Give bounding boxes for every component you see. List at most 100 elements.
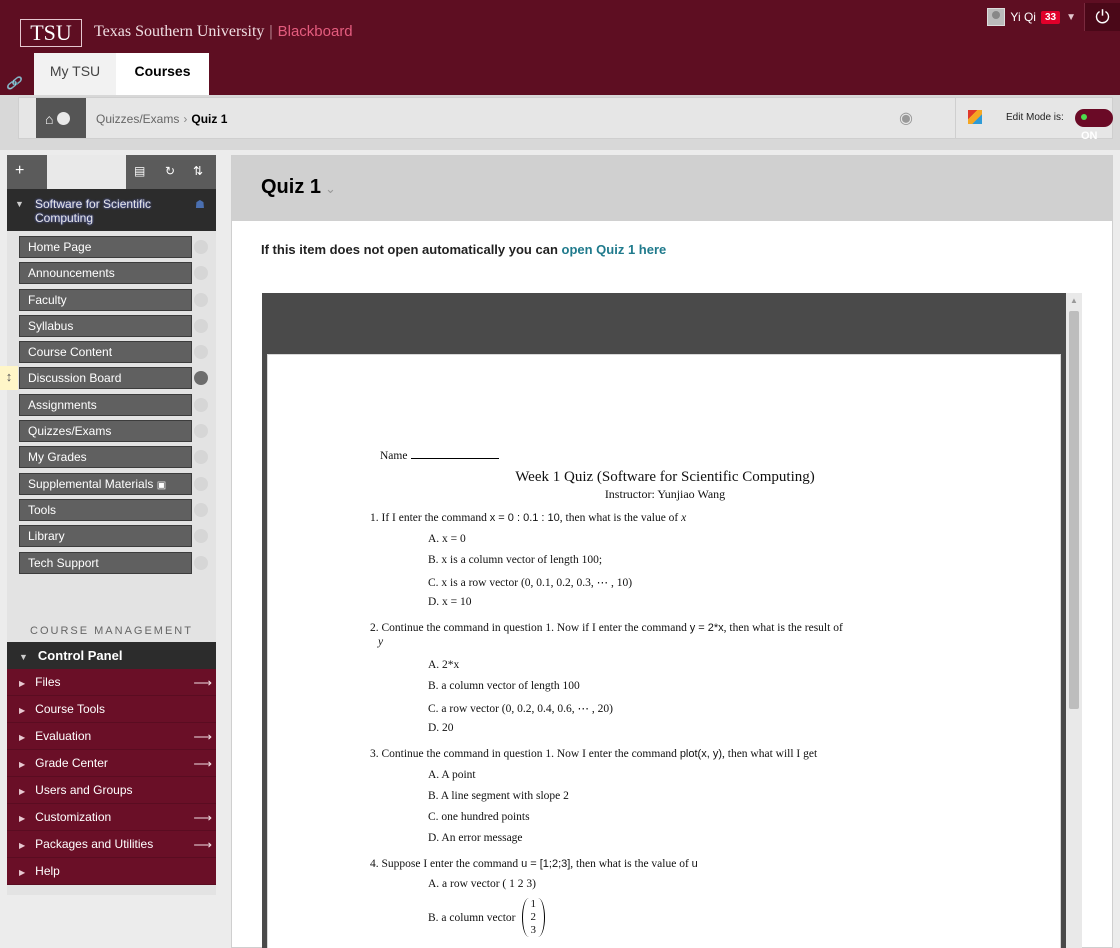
cp-item-label[interactable]: Files	[35, 675, 60, 689]
reorder-icon[interactable]: ⇅	[193, 164, 203, 178]
menu-item-label[interactable]: Course Content	[19, 341, 192, 364]
arrow-right-icon[interactable]: ⟶	[193, 831, 212, 858]
expand-triangle-icon[interactable]: ▶	[19, 841, 25, 850]
expand-triangle-icon[interactable]: ▶	[19, 760, 25, 769]
chevron-down-icon[interactable]	[194, 397, 208, 412]
cp-item-users-and-groups[interactable]: ▶ Users and Groups	[7, 777, 216, 804]
menu-item-label[interactable]: Tools	[19, 498, 192, 521]
menu-item-label[interactable]: My Grades	[19, 446, 192, 469]
chevron-down-icon[interactable]	[194, 450, 208, 465]
menu-item-label[interactable]: Library	[19, 525, 192, 548]
cp-item-label[interactable]: Course Tools	[35, 702, 105, 716]
drag-handle-icon[interactable]: ↕	[0, 366, 18, 391]
chevron-down-icon[interactable]	[194, 240, 208, 254]
expand-triangle-icon[interactable]: ▶	[19, 733, 25, 742]
chevron-down-icon[interactable]	[194, 371, 208, 386]
control-panel-title[interactable]: Control Panel	[38, 648, 123, 663]
expand-triangle-icon[interactable]: ▶	[19, 679, 25, 688]
chevron-down-icon[interactable]: ⌄	[325, 181, 336, 196]
cp-item-label[interactable]: Customization	[35, 810, 111, 824]
cp-item-grade-center[interactable]: ▶ Grade Center ⟶	[7, 750, 216, 777]
cp-item-help[interactable]: ▶ Help	[7, 858, 216, 885]
tsu-logo[interactable]: TSU	[20, 19, 82, 47]
chevron-down-icon[interactable]	[194, 529, 208, 544]
expand-triangle-icon[interactable]: ▶	[19, 787, 25, 796]
add-menu-item-button[interactable]: +	[15, 162, 24, 180]
menu-item-label[interactable]: Quizzes/Exams	[19, 420, 192, 443]
cp-item-files[interactable]: ▶ Files ⟶	[7, 669, 216, 696]
course-title-text[interactable]: Software for Scientific Computing	[35, 197, 180, 225]
home-menu-icon[interactable]	[57, 112, 71, 125]
open-quiz-link[interactable]: open Quiz 1 here	[562, 242, 667, 257]
menu-item-label[interactable]: Assignments	[19, 393, 192, 416]
expand-triangle-icon[interactable]: ▶	[19, 706, 25, 715]
avatar[interactable]	[987, 8, 1006, 26]
link-icon[interactable]: 🔗	[6, 76, 21, 90]
menu-item-tech-support[interactable]: Tech Support	[7, 551, 216, 577]
arrow-right-icon[interactable]: ⟶	[193, 804, 212, 831]
student-preview-icon[interactable]: ◉	[899, 108, 913, 128]
menu-item-syllabus[interactable]: Syllabus	[7, 314, 216, 340]
collapse-triangle-icon[interactable]: ▼	[19, 652, 28, 662]
menu-item-supplemental-materials[interactable]: Supplemental Materials ▣	[7, 472, 216, 498]
cp-item-packages-and-utilities[interactable]: ▶ Packages and Utilities ⟶	[7, 831, 216, 858]
expand-triangle-icon[interactable]: ▶	[19, 814, 25, 823]
control-panel-header[interactable]: ▼ Control Panel	[7, 642, 216, 669]
menu-item-course-content[interactable]: Course Content	[7, 340, 216, 366]
cp-item-label[interactable]: Help	[35, 864, 60, 878]
menu-item-label[interactable]: Tech Support	[19, 551, 192, 574]
menu-item-my-grades[interactable]: My Grades	[7, 445, 216, 471]
edit-mode-toggle[interactable]: ON	[1075, 109, 1113, 142]
chevron-down-icon[interactable]	[194, 292, 208, 307]
chevron-down-icon[interactable]	[194, 502, 208, 517]
chevron-down-icon[interactable]	[194, 555, 208, 570]
menu-item-label[interactable]: Announcements	[19, 262, 192, 285]
chevron-down-icon[interactable]	[194, 424, 208, 439]
cp-item-course-tools[interactable]: ▶ Course Tools	[7, 696, 216, 723]
menu-item-label[interactable]: Discussion Board	[19, 367, 192, 390]
menu-item-assignments[interactable]: Assignments	[7, 393, 216, 419]
viewer-scrollbar[interactable]: ▲	[1066, 293, 1082, 948]
menu-item-label[interactable]: Supplemental Materials ▣	[19, 472, 192, 495]
menu-item-label[interactable]: Faculty	[19, 288, 192, 311]
menu-item-tools[interactable]: Tools	[7, 498, 216, 524]
chevron-down-icon[interactable]	[194, 318, 208, 333]
cp-item-label[interactable]: Evaluation	[35, 729, 91, 743]
breadcrumb-parent[interactable]: Quizzes/Exams	[96, 112, 179, 126]
menu-item-label[interactable]: Syllabus	[19, 314, 192, 337]
power-icon[interactable]: ⏻	[1084, 3, 1120, 31]
customize-icon[interactable]	[968, 110, 982, 124]
arrow-right-icon[interactable]: ⟶	[193, 669, 212, 696]
refresh-icon[interactable]: ↻	[165, 164, 175, 178]
menu-item-quizzes-exams[interactable]: Quizzes/Exams	[7, 419, 216, 445]
notification-badge[interactable]: 33	[1040, 10, 1061, 24]
user-menu[interactable]: Yi Qi 33 ▼ ⏻	[987, 3, 1120, 31]
cp-item-evaluation[interactable]: ▶ Evaluation ⟶	[7, 723, 216, 750]
arrow-right-icon[interactable]: ⟶	[193, 723, 212, 750]
menu-item-announcements[interactable]: Announcements	[7, 261, 216, 287]
menu-item-label[interactable]: Home Page	[19, 236, 192, 258]
menu-item-text[interactable]: Supplemental Materials	[28, 477, 153, 491]
document-viewer[interactable]: ▲ Name Week 1 Quiz (Software for Scienti…	[262, 293, 1082, 948]
user-name[interactable]: Yi Qi	[1010, 10, 1036, 24]
cp-item-customization[interactable]: ▶ Customization ⟶	[7, 804, 216, 831]
cp-item-label[interactable]: Users and Groups	[35, 783, 132, 797]
tab-my-tsu[interactable]: My TSU	[34, 53, 116, 95]
course-icon[interactable]: ☗	[195, 198, 205, 211]
chevron-down-icon[interactable]: ▼	[1066, 12, 1076, 23]
menu-item-library[interactable]: Library	[7, 524, 216, 550]
tab-courses[interactable]: Courses	[116, 53, 209, 95]
folder-view-icon[interactable]: ▤	[134, 164, 145, 178]
home-icon[interactable]: ⌂	[45, 111, 53, 127]
menu-item-faculty[interactable]: Faculty	[7, 288, 216, 314]
cp-item-label[interactable]: Grade Center	[35, 756, 108, 770]
chevron-down-icon[interactable]	[194, 345, 208, 360]
menu-item-home-page[interactable]: Home Page	[7, 235, 216, 261]
chevron-down-icon[interactable]	[194, 476, 208, 491]
scrollbar-thumb[interactable]	[1069, 311, 1079, 709]
arrow-right-icon[interactable]: ⟶	[193, 750, 212, 777]
scroll-up-icon[interactable]: ▲	[1070, 296, 1078, 305]
course-title[interactable]: ▼ Software for Scientific Computing ☗	[7, 189, 216, 231]
chevron-down-icon[interactable]	[194, 266, 208, 281]
expand-triangle-icon[interactable]: ▶	[19, 868, 25, 877]
